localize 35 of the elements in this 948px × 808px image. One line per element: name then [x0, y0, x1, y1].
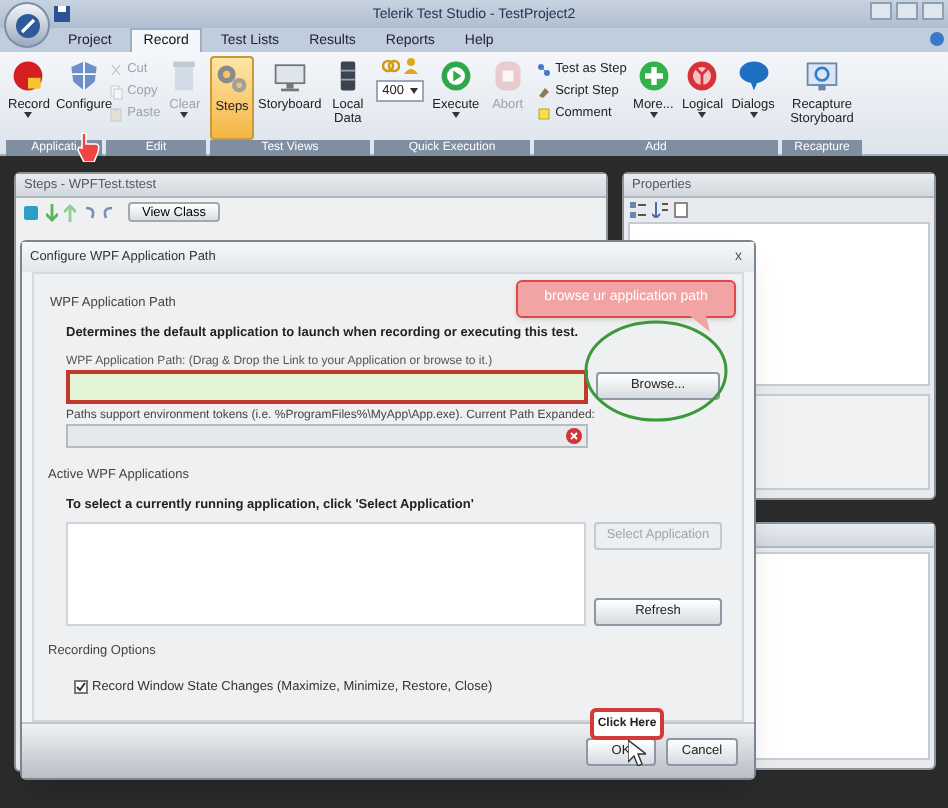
undo-icon[interactable]: [82, 204, 96, 220]
checkbox[interactable]: [74, 680, 88, 695]
gears-icon: [214, 60, 250, 96]
caret-icon: [409, 88, 418, 94]
cube-icon[interactable]: [22, 203, 40, 221]
categorized-icon[interactable]: [630, 202, 646, 218]
note-icon: [535, 106, 552, 122]
redo-icon[interactable]: [102, 204, 116, 220]
script-icon: [535, 84, 552, 100]
person-icon[interactable]: [404, 58, 419, 74]
scissors-icon: [107, 62, 124, 78]
plus-icon: [635, 58, 672, 94]
shield-icon: [66, 58, 103, 94]
hand-cursor-icon: [76, 132, 100, 162]
applications-list[interactable]: [66, 522, 586, 626]
page-icon[interactable]: [674, 202, 688, 218]
speech-bubble-icon: [735, 58, 772, 94]
arrow-down-icon[interactable]: [46, 203, 58, 221]
record-icon: [10, 58, 47, 94]
help-icon[interactable]: [930, 32, 944, 46]
nodes-icon: [535, 62, 552, 78]
sort-icon[interactable]: [652, 202, 668, 218]
stop-icon: [489, 58, 526, 94]
refresh-monitor-icon: [804, 58, 840, 94]
save-icon[interactable]: [54, 6, 70, 22]
arrow-up-icon[interactable]: [64, 203, 76, 221]
copy-icon: [107, 84, 124, 100]
cursor-icon: [628, 740, 646, 766]
path-input-field[interactable]: [66, 369, 588, 403]
play-icon: [437, 58, 474, 94]
app-logo-icon[interactable]: [4, 2, 50, 48]
callout-pointer-icon: [690, 316, 710, 332]
link-icon[interactable]: [382, 58, 401, 74]
monitor-icon: [271, 58, 308, 94]
error-icon: [566, 427, 582, 443]
